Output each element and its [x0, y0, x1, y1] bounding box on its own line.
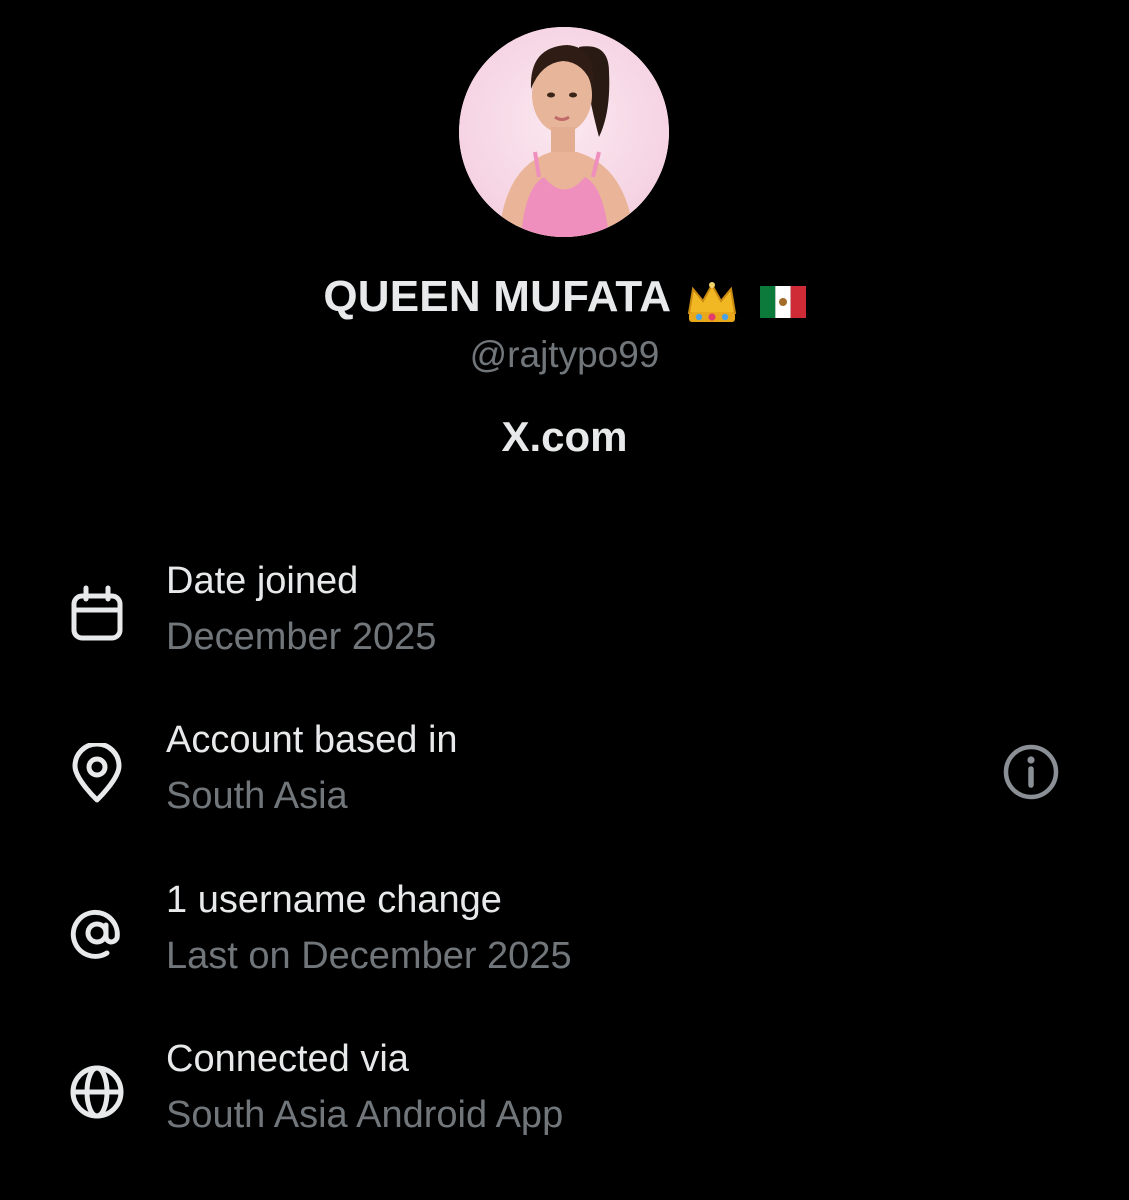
account-based-row: Account based in South Asia	[0, 719, 1129, 839]
calendar-icon	[71, 585, 123, 641]
profile-display-name: QUEEN MUFATA	[0, 272, 1129, 325]
date-joined-row: Date joined December 2025	[0, 560, 1129, 680]
username-change-title: 1 username change	[166, 879, 502, 921]
profile-avatar[interactable]	[459, 27, 669, 237]
globe-icon	[70, 1065, 124, 1119]
site-label: X.com	[501, 413, 628, 460]
info-icon[interactable]	[1000, 741, 1062, 803]
name-emoji-badges	[685, 274, 806, 324]
connected-via-title: Connected via	[166, 1038, 409, 1080]
mexico-flag-icon	[759, 285, 806, 318]
date-joined-title: Date joined	[166, 560, 359, 602]
profile-handle: @rajtypo99	[469, 334, 660, 375]
avatar-image	[459, 27, 669, 237]
account-based-value: South Asia	[166, 775, 348, 817]
at-sign-icon	[70, 909, 120, 959]
location-pin-icon	[72, 743, 122, 803]
connected-via-value: South Asia Android App	[166, 1094, 564, 1136]
username-change-row: 1 username change Last on December 2025	[0, 879, 1129, 999]
display-name-text: QUEEN MUFATA	[323, 272, 672, 321]
crown-icon	[688, 281, 737, 322]
account-based-title: Account based in	[166, 719, 458, 761]
date-joined-value: December 2025	[166, 616, 437, 658]
username-change-value: Last on December 2025	[166, 935, 572, 977]
connected-via-row: Connected via South Asia Android App	[0, 1038, 1129, 1158]
